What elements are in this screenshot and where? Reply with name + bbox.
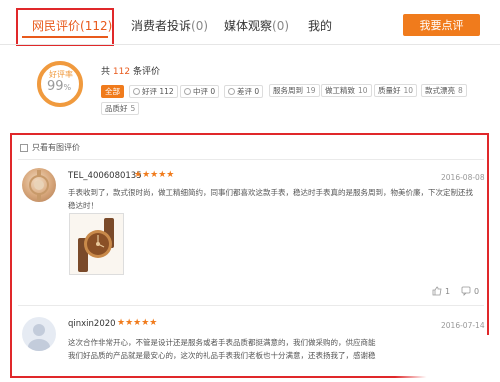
tag-label: 款式漂亮 xyxy=(425,86,455,95)
tab-consumer-complaints-count: (0) xyxy=(191,19,209,33)
review-text: 手表收到了，款式很时尚，做工精细简约，同事们都喜欢这款手表，稳达时手表真的是服务… xyxy=(68,186,484,212)
watch-photo-icon xyxy=(78,218,114,272)
tag-count: 5 xyxy=(130,104,136,113)
comment-icon xyxy=(461,286,471,296)
tag-good-quality[interactable]: 品质好 5 xyxy=(101,102,140,115)
tag-label: 服务周到 xyxy=(273,86,303,95)
checkbox-icon[interactable] xyxy=(20,143,28,152)
avatar[interactable] xyxy=(22,317,56,351)
tab-user-reviews[interactable]: 网民评价(112) xyxy=(32,17,112,34)
tab-user-reviews-count: (112) xyxy=(80,19,113,33)
review-image[interactable] xyxy=(69,213,124,275)
review-date: 2016-08-08 xyxy=(441,173,485,182)
review-text-line: 手表收到了，款式很时尚，做工精细简约，同事们都喜欢这款手表，稳达时手表真的是服务… xyxy=(68,188,473,197)
comment-action[interactable]: 0 xyxy=(461,286,479,296)
tab-user-reviews-label: 网民评价 xyxy=(32,19,81,33)
text-fade-overlay xyxy=(395,335,500,382)
filter-positive[interactable]: 好评 112 xyxy=(129,85,178,98)
star-rating: ★★★★★ xyxy=(117,318,158,328)
review-date: 2016-07-14 xyxy=(441,321,485,330)
review-text-line: 稳达时！ xyxy=(68,201,98,210)
tab-media-observation[interactable]: 媒体观察(0) xyxy=(224,17,289,34)
review-total: 共 112 条评价 xyxy=(101,64,160,77)
star-rating: ★★★★★ xyxy=(134,170,175,180)
default-avatar-icon xyxy=(28,324,50,351)
radio-icon xyxy=(184,88,191,95)
only-with-images-label: 只看有图评价 xyxy=(32,143,80,152)
tab-consumer-complaints-label: 消费者投诉 xyxy=(131,19,192,33)
tab-media-observation-label: 媒体观察 xyxy=(224,19,273,33)
review-username[interactable]: qinxin2020 xyxy=(68,319,116,329)
divider xyxy=(18,305,484,306)
tabs-divider xyxy=(0,44,500,45)
radio-icon xyxy=(228,88,235,95)
tag-style[interactable]: 款式漂亮 8 xyxy=(421,84,467,97)
tag-count: 19 xyxy=(306,86,316,95)
filter-neutral-label: 中评 0 xyxy=(193,87,216,96)
watch-avatar-icon xyxy=(29,170,49,200)
tag-service[interactable]: 服务周到 19 xyxy=(269,84,320,97)
good-rate-number: 99 xyxy=(47,79,64,94)
tag-count: 8 xyxy=(458,86,463,95)
review-total-suffix: 条评价 xyxy=(132,67,160,77)
thumbs-up-icon xyxy=(432,286,442,296)
filter-negative-label: 差评 0 xyxy=(237,87,260,96)
filter-neutral[interactable]: 中评 0 xyxy=(180,85,220,98)
tag-count: 10 xyxy=(403,86,414,95)
divider xyxy=(18,159,484,160)
filter-negative[interactable]: 差评 0 xyxy=(224,85,264,98)
tag-workmanship[interactable]: 做工精致 10 xyxy=(321,84,372,97)
review-total-prefix: 共 xyxy=(101,67,111,77)
review-username[interactable]: TEL_4006080135 xyxy=(68,171,142,181)
write-review-button[interactable]: 我要点评 xyxy=(403,14,480,36)
review-total-count: 112 xyxy=(112,67,131,77)
tab-media-observation-count: (0) xyxy=(272,19,290,33)
tag-count: 10 xyxy=(358,86,368,95)
avatar[interactable] xyxy=(22,168,56,202)
tag-quality[interactable]: 质量好 10 xyxy=(374,84,418,97)
filter-positive-label: 好评 112 xyxy=(142,87,174,96)
filter-all[interactable]: 全部 xyxy=(101,85,124,98)
comment-count: 0 xyxy=(474,286,480,296)
filter-all-label: 全部 xyxy=(105,87,120,96)
tag-label: 质量好 xyxy=(378,86,401,95)
tab-mine[interactable]: 我的 xyxy=(308,17,332,34)
tab-consumer-complaints[interactable]: 消费者投诉(0) xyxy=(131,17,208,34)
like-count: 1 xyxy=(445,286,451,296)
only-with-images-filter[interactable]: 只看有图评价 xyxy=(20,142,80,153)
good-rate-percent-sign: % xyxy=(63,83,72,92)
like-action[interactable]: 1 xyxy=(432,286,450,296)
radio-icon xyxy=(133,88,140,95)
active-tab-underline xyxy=(22,36,108,38)
tag-label: 做工精致 xyxy=(325,86,355,95)
tab-mine-label: 我的 xyxy=(308,19,333,33)
tag-label: 品质好 xyxy=(105,104,128,113)
good-rate-value: 99% xyxy=(47,79,71,94)
